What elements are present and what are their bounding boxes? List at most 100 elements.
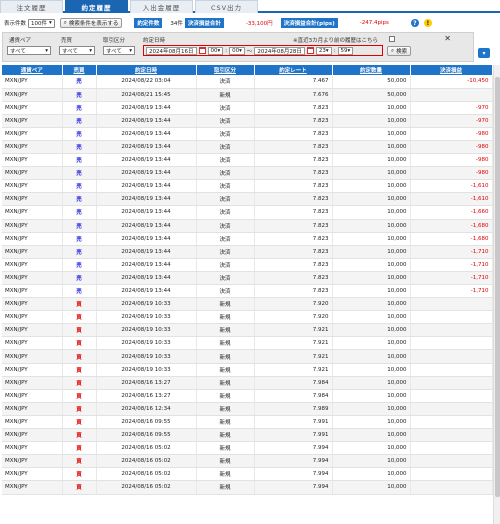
cell-pl: -1,610 <box>410 192 493 207</box>
calendar-icon[interactable] <box>306 47 314 54</box>
cell-quantity: 50,000 <box>332 88 411 102</box>
display-count-select[interactable]: 100件 ▾ <box>28 18 55 28</box>
cell-side: 売 <box>62 153 97 168</box>
cell-quantity: 10,000 <box>332 389 411 403</box>
cell-date: 2024/08/19 13:44 <box>96 219 197 233</box>
table-row: MXN/JPY 売 2024/08/19 13:44 決済 7.823 10,000 -98… <box>2 127 493 141</box>
cell-pl: -1,710 <box>410 245 493 259</box>
hour-from-select[interactable]: 00 ▾ <box>207 46 224 55</box>
cell-pl: -980 <box>410 127 493 141</box>
cell-quantity: 10,000 <box>332 284 411 299</box>
cell-quantity: 10,000 <box>332 219 411 233</box>
cell-pl <box>410 428 493 443</box>
header-pair[interactable]: 通貨ペア <box>2 65 63 75</box>
table-row: MXN/JPY 買 2024/08/16 05:02 新規 7.994 10,000 <box>2 454 493 469</box>
table-row: MXN/JPY 売 2024/08/19 13:44 決済 7.823 10,000 -97… <box>2 101 493 115</box>
cell-quantity: 10,000 <box>332 376 411 390</box>
cell-date: 2024/08/19 13:44 <box>96 166 197 181</box>
cell-type: 決済 <box>196 114 255 128</box>
cell-rate: 7.991 <box>254 415 333 430</box>
pair-select[interactable]: すべて ▾ <box>7 46 51 55</box>
date-to-input[interactable]: 2024年08月28日 <box>254 46 305 55</box>
cell-date: 2024/08/19 13:44 <box>96 179 197 194</box>
header-pl[interactable]: 決済損益 <box>410 65 493 75</box>
cell-side: 買 <box>62 376 97 390</box>
cell-pl <box>410 467 493 482</box>
minute-to-select[interactable]: 59 ▾ <box>337 46 354 55</box>
cell-type: 新規 <box>196 402 255 416</box>
help-icon[interactable]: ? <box>410 19 419 27</box>
cell-type: 新規 <box>196 415 255 430</box>
cell-quantity: 10,000 <box>332 179 411 194</box>
cell-side: 売 <box>62 205 97 220</box>
calendar-icon[interactable] <box>198 47 206 54</box>
cell-pair: MXN/JPY <box>2 349 63 364</box>
cell-date: 2024/08/19 13:44 <box>96 205 197 220</box>
table-row: MXN/JPY 買 2024/08/19 10:33 新規 7.921 10,000 <box>2 363 493 377</box>
header-rate[interactable]: 約定レート <box>254 65 333 75</box>
table-row: MXN/JPY 売 2024/08/19 13:44 決済 7.823 10,000 -97… <box>2 114 493 128</box>
cell-pl: -970 <box>410 101 493 115</box>
cell-type: 新規 <box>196 349 255 364</box>
collapse-button[interactable]: ▾ <box>478 48 490 58</box>
cell-quantity: 10,000 <box>332 428 411 443</box>
cell-quantity: 10,000 <box>332 140 411 155</box>
cell-rate: 7.920 <box>254 297 333 312</box>
cell-pair: MXN/JPY <box>2 205 63 220</box>
chevron-down-icon: ▾ <box>129 47 132 54</box>
history-checkbox[interactable] <box>389 36 395 42</box>
cell-date: 2024/08/19 13:44 <box>96 284 197 299</box>
cell-date: 2024/08/19 13:44 <box>96 245 197 259</box>
tab-deposit-history[interactable]: 入出金履歴 <box>130 0 193 13</box>
tab-contract-history[interactable]: 約定履歴 <box>65 0 128 13</box>
cell-type: 決済 <box>196 127 255 141</box>
cell-pair: MXN/JPY <box>2 297 63 312</box>
cell-date: 2024/08/16 12:34 <box>96 402 197 416</box>
cell-quantity: 50,000 <box>332 75 411 89</box>
table-row: MXN/JPY 売 2024/08/19 13:44 決済 7.823 10,000 -1,… <box>2 219 493 233</box>
cell-side: 売 <box>62 88 97 102</box>
warning-icon[interactable]: ! <box>423 19 432 27</box>
cell-rate: 7.467 <box>254 75 333 89</box>
cell-pair: MXN/JPY <box>2 127 63 141</box>
cell-pair: MXN/JPY <box>2 219 63 233</box>
table-row: MXN/JPY 買 2024/08/19 10:33 新規 7.920 10,000 <box>2 297 493 312</box>
cell-pair: MXN/JPY <box>2 88 63 102</box>
cell-quantity: 10,000 <box>332 467 411 482</box>
date-from-input[interactable]: 2024年08月16日 <box>146 46 197 55</box>
header-date[interactable]: 約定日時 <box>96 65 197 75</box>
side-select[interactable]: すべて ▾ <box>59 46 95 55</box>
cell-side: 買 <box>62 467 97 482</box>
tab-csv-export[interactable]: CSV出力 <box>195 0 258 13</box>
cell-quantity: 10,000 <box>332 205 411 220</box>
cell-date: 2024/08/19 13:44 <box>96 140 197 155</box>
cell-pl <box>410 363 493 377</box>
header-side[interactable]: 売買 <box>62 65 97 75</box>
cell-pair: MXN/JPY <box>2 389 63 403</box>
cell-pair: MXN/JPY <box>2 179 63 194</box>
scrollbar[interactable] <box>493 65 500 524</box>
close-icon[interactable]: ✕ <box>444 34 451 43</box>
scrollbar-thumb[interactable] <box>495 77 500 497</box>
table-row: MXN/JPY 売 2024/08/19 13:44 決済 7.823 10,000 -1,… <box>2 271 493 286</box>
tab-order-history[interactable]: 注文履歴 <box>0 0 63 13</box>
cell-side: 買 <box>62 323 97 338</box>
cell-date: 2024/08/19 10:33 <box>96 363 197 377</box>
minute-from-select[interactable]: 00 ▾ <box>229 46 245 55</box>
type-select[interactable]: すべて ▾ <box>103 46 135 55</box>
cell-pair: MXN/JPY <box>2 284 63 299</box>
header-quantity[interactable]: 約定数量 <box>332 65 411 75</box>
cell-rate: 7.921 <box>254 349 333 364</box>
cell-side: 売 <box>62 232 97 246</box>
hour-to-select[interactable]: 23 ▾ <box>315 46 332 55</box>
cell-quantity: 10,000 <box>332 153 411 168</box>
cell-type: 新規 <box>196 363 255 377</box>
cell-pair: MXN/JPY <box>2 415 63 430</box>
header-type[interactable]: 取引区分 <box>196 65 255 75</box>
cell-pair: MXN/JPY <box>2 271 63 286</box>
cell-pl: -1,680 <box>410 232 493 246</box>
search-button[interactable]: ⌕ 検索 <box>387 46 412 56</box>
chevron-down-icon: ▾ <box>89 47 92 54</box>
show-search-button[interactable]: ⌕ 検索条件を表示する <box>59 18 123 28</box>
history-note[interactable]: ※直近3カ月より前の履歴はこちら <box>293 36 378 44</box>
